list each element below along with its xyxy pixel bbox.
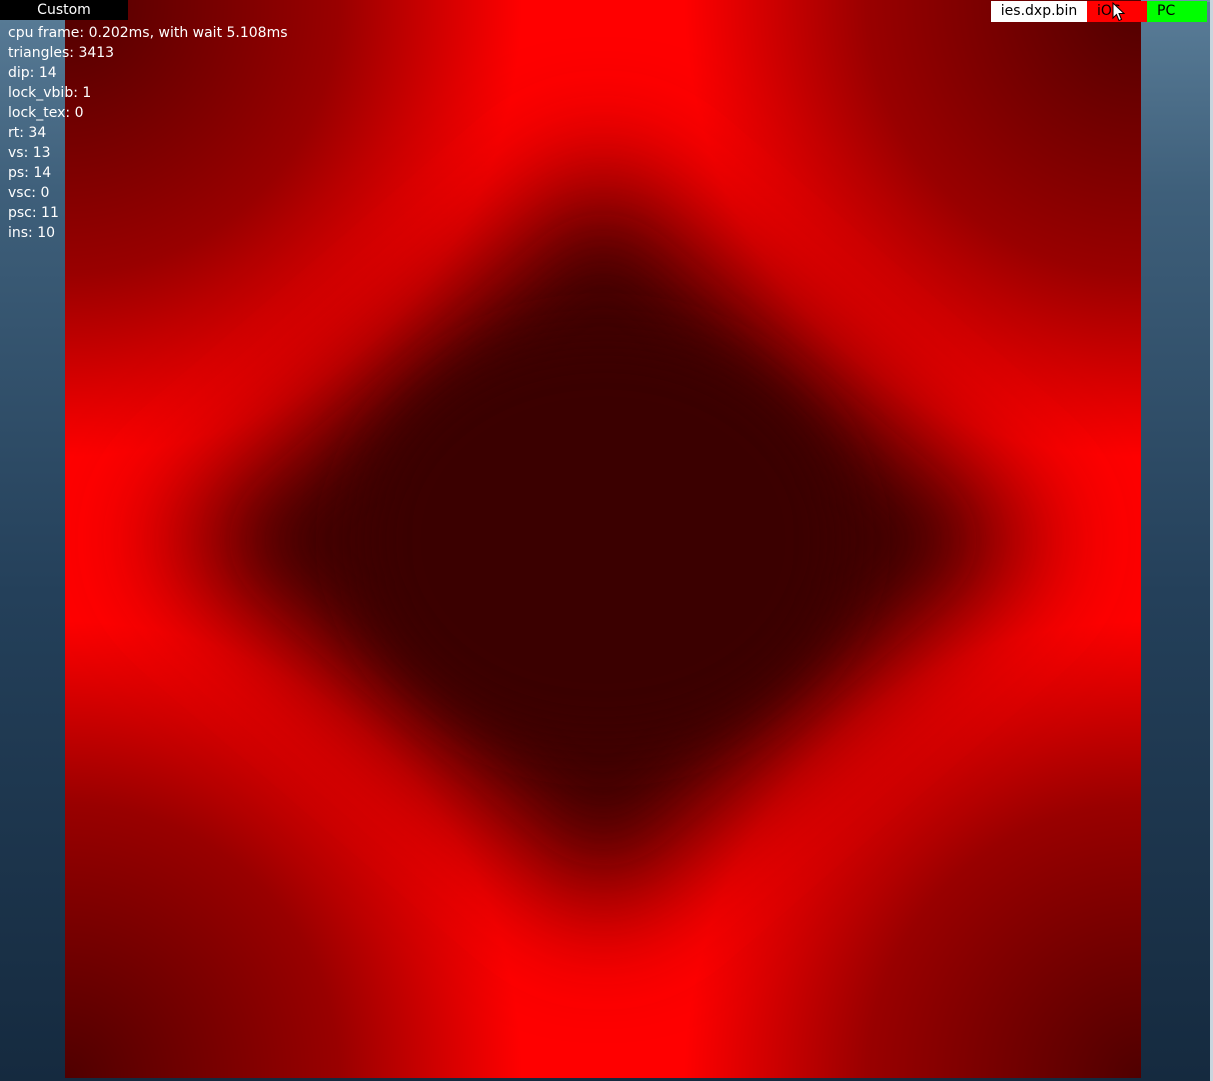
mouse-pointer-icon [1112,2,1126,22]
app-window: Custom cpu frame: 0.202ms, with wait 5.1… [0,0,1213,1081]
stat-rt: rt: 34 [8,125,47,141]
stats-overlay: cpu frame: 0.202ms, with wait 5.108ms tr… [8,23,288,243]
stat-lock-vbib: lock_vbib: 1 [8,85,92,101]
file-button[interactable]: ies.dxp.bin [991,1,1087,22]
stat-vs: vs: 13 [8,145,51,161]
stat-cpu-frame: cpu frame: 0.202ms, with wait 5.108ms [8,25,288,41]
pc-button[interactable]: PC [1147,1,1207,22]
stat-ins: ins: 10 [8,225,56,241]
stat-dip: dip: 14 [8,65,57,81]
custom-tab[interactable]: Custom [0,0,128,20]
stat-vsc: vsc: 0 [8,185,50,201]
platform-toolbar: ies.dxp.bin iOS PC [991,1,1207,22]
stat-lock-tex: lock_tex: 0 [8,105,84,121]
stat-triangles: triangles: 3413 [8,45,115,61]
stat-ps: ps: 14 [8,165,52,181]
stat-psc: psc: 11 [8,205,59,221]
